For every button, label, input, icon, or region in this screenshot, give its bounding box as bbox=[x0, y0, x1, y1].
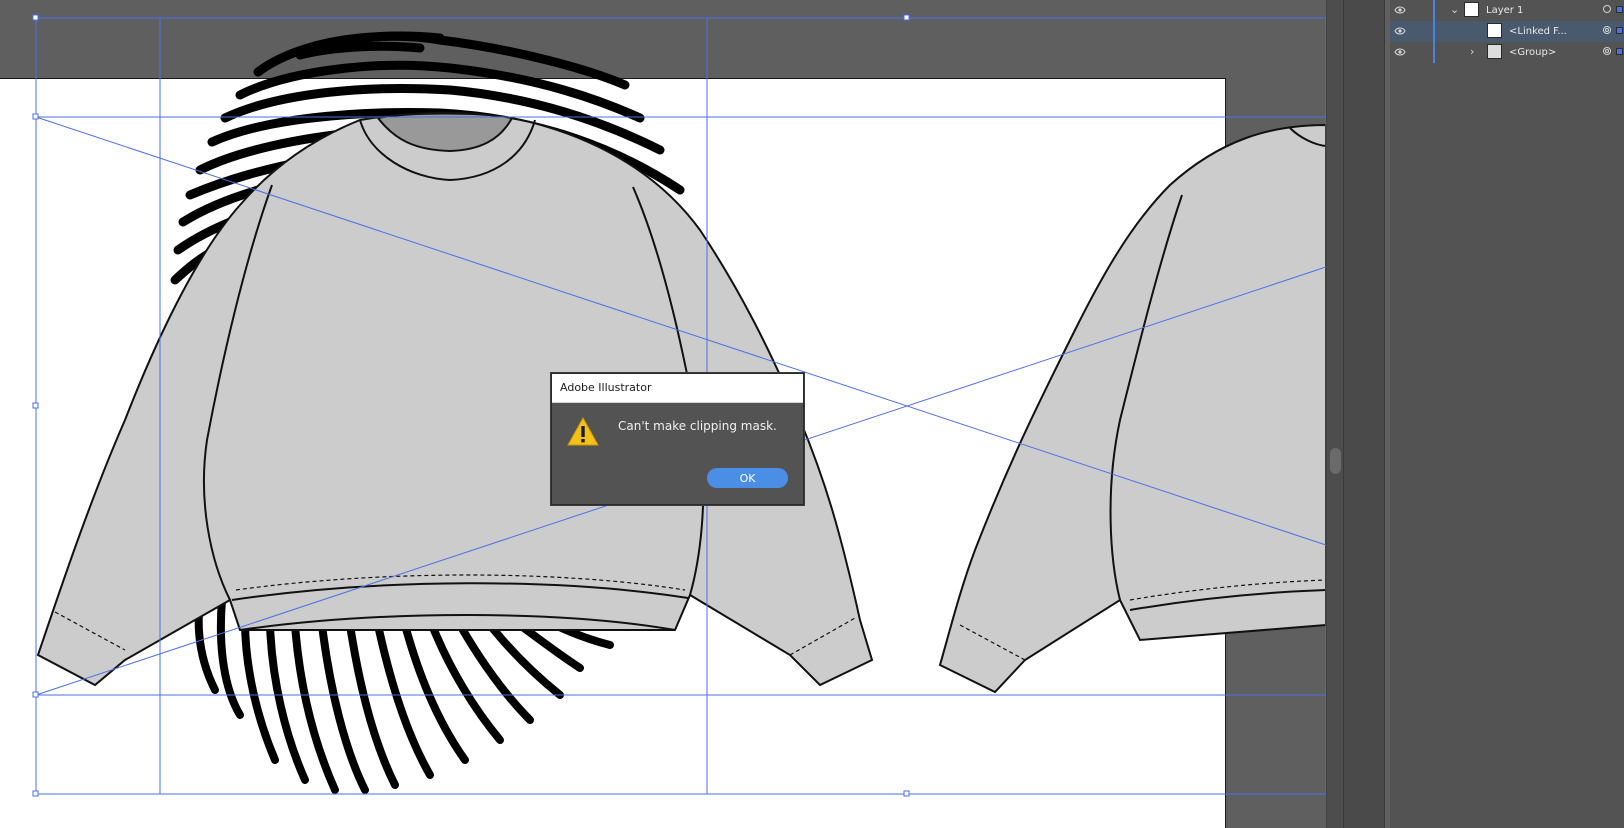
dialog-title: Adobe Illustrator bbox=[552, 374, 803, 403]
layer-name[interactable]: Layer 1 bbox=[1486, 4, 1523, 17]
layers-panel: ⌄ Layer 1 <Linked F... › <Group> bbox=[1390, 0, 1624, 828]
layer-color-bar bbox=[1433, 21, 1435, 42]
layer-name[interactable]: <Group> bbox=[1509, 46, 1556, 59]
layer-row-layer-1[interactable]: ⌄ Layer 1 bbox=[1390, 0, 1624, 21]
linked-file-thumbnail bbox=[1487, 23, 1502, 38]
layer-color-bar bbox=[1433, 42, 1435, 63]
vertical-scrollbar[interactable] bbox=[1326, 0, 1344, 828]
group-thumbnail bbox=[1487, 44, 1502, 59]
layer-row-linked-file[interactable]: <Linked F... bbox=[1390, 21, 1624, 42]
layer-row-group[interactable]: › <Group> bbox=[1390, 42, 1624, 63]
warning-icon bbox=[567, 416, 599, 446]
visibility-eye-icon[interactable] bbox=[1394, 5, 1406, 15]
visibility-eye-icon[interactable] bbox=[1394, 47, 1406, 57]
chevron-down-icon[interactable]: ⌄ bbox=[1450, 3, 1459, 17]
layer-color-bar bbox=[1433, 0, 1435, 21]
layer-name[interactable]: <Linked F... bbox=[1509, 25, 1567, 38]
scrollbar-thumb[interactable] bbox=[1330, 448, 1341, 474]
selection-color-square[interactable] bbox=[1616, 27, 1623, 34]
sweater-back-artwork[interactable] bbox=[938, 123, 1326, 694]
layer-thumbnail bbox=[1464, 2, 1479, 17]
panel-divider bbox=[1343, 0, 1385, 828]
selection-color-square[interactable] bbox=[1616, 48, 1623, 55]
visibility-eye-icon[interactable] bbox=[1394, 26, 1406, 36]
target-circle-icon[interactable] bbox=[1603, 26, 1611, 34]
target-circle-icon[interactable] bbox=[1603, 5, 1611, 13]
target-circle-icon[interactable] bbox=[1603, 47, 1611, 55]
selection-color-square[interactable] bbox=[1616, 6, 1623, 13]
ok-button[interactable]: OK bbox=[707, 468, 788, 488]
chevron-right-icon[interactable]: › bbox=[1470, 45, 1474, 59]
alert-dialog: Adobe Illustrator Can't make clipping ma… bbox=[551, 373, 804, 505]
dialog-message: Can't make clipping mask. bbox=[618, 419, 777, 433]
